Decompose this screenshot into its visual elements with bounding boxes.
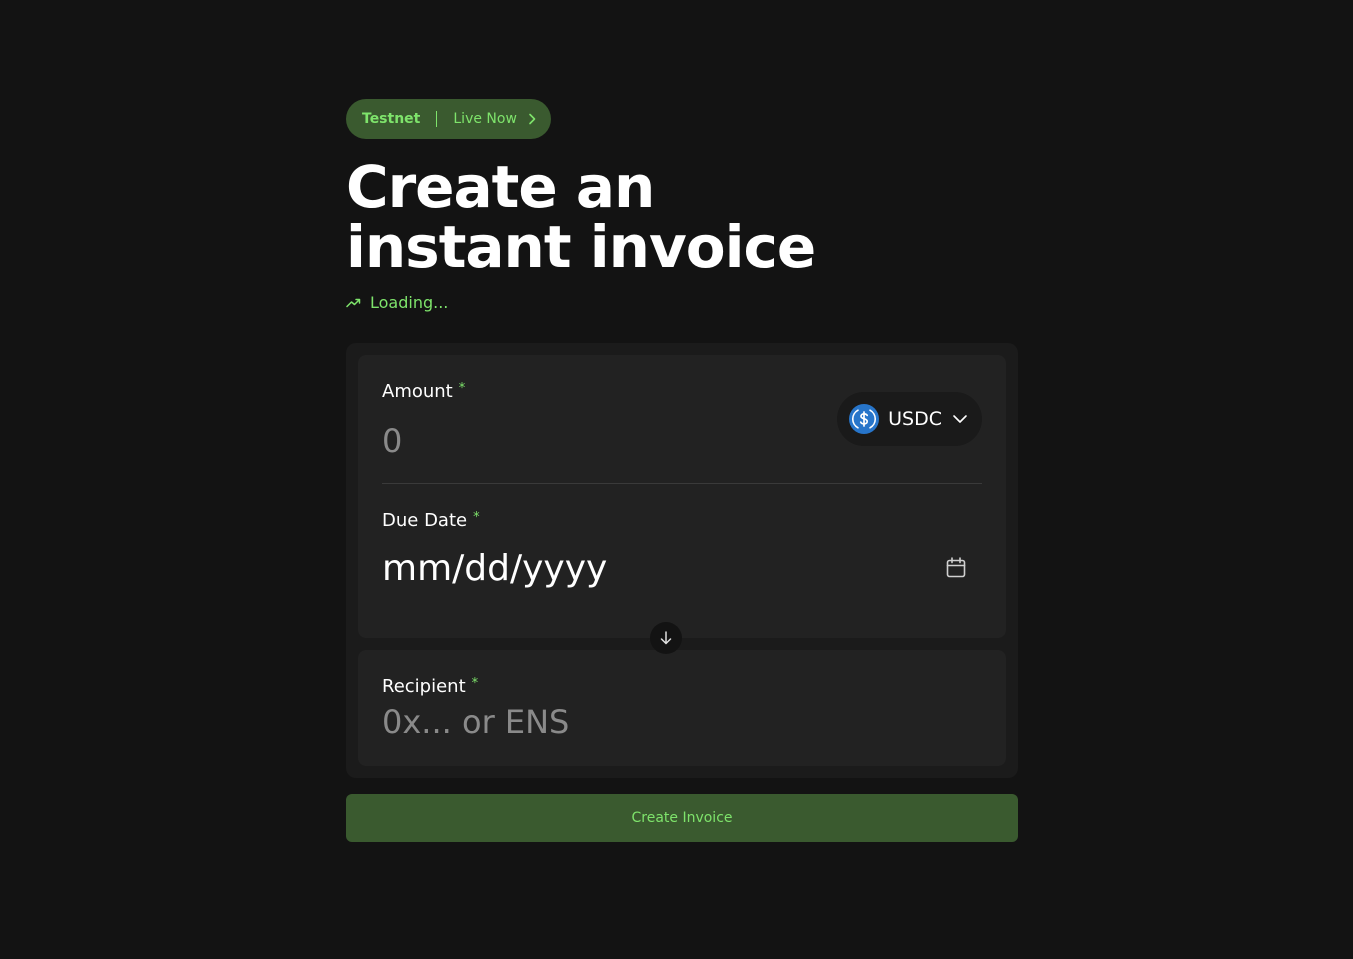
section-divider	[382, 483, 982, 484]
required-mark: *	[473, 510, 480, 525]
due-date-input[interactable]: mm/dd/yyyy	[382, 545, 942, 593]
usdc-coin-icon	[849, 404, 880, 434]
invoice-form-card: Amount * USDC	[346, 343, 1018, 778]
title-line-2: instant invoice	[346, 213, 816, 281]
amount-label-text: Amount	[382, 381, 453, 402]
chevron-down-icon	[952, 414, 968, 424]
amount-label: Amount *	[382, 381, 465, 402]
status-text: Loading...	[370, 293, 449, 312]
network-label: Testnet	[362, 111, 421, 127]
due-date-label-text: Due Date	[382, 510, 468, 531]
recipient-section: Recipient *	[358, 650, 1006, 766]
title-line-1: Create an	[346, 153, 655, 221]
recipient-input[interactable]	[382, 700, 982, 744]
amount-date-section: Amount * USDC	[358, 355, 1006, 638]
create-invoice-button[interactable]: Create Invoice	[346, 794, 1018, 842]
recipient-label: Recipient *	[382, 676, 478, 697]
recipient-label-text: Recipient	[382, 676, 466, 697]
chevron-right-icon	[527, 113, 537, 125]
network-status: Loading...	[346, 293, 1018, 312]
arrow-down-icon[interactable]	[650, 622, 682, 654]
due-date-label: Due Date *	[382, 510, 480, 531]
invoice-page: Testnet Live Now Create an instant invoi…	[346, 99, 1018, 842]
badge-divider	[436, 111, 438, 127]
calendar-icon[interactable]	[946, 557, 966, 579]
required-mark: *	[458, 381, 466, 396]
live-now-link: Live Now	[453, 111, 517, 127]
testnet-badge[interactable]: Testnet Live Now	[346, 99, 551, 139]
token-symbol: USDC	[888, 408, 942, 430]
page-title: Create an instant invoice	[346, 157, 1018, 277]
amount-input[interactable]	[382, 419, 802, 463]
token-selector[interactable]: USDC	[837, 392, 982, 446]
trending-up-icon	[346, 298, 361, 308]
required-mark: *	[471, 676, 479, 691]
